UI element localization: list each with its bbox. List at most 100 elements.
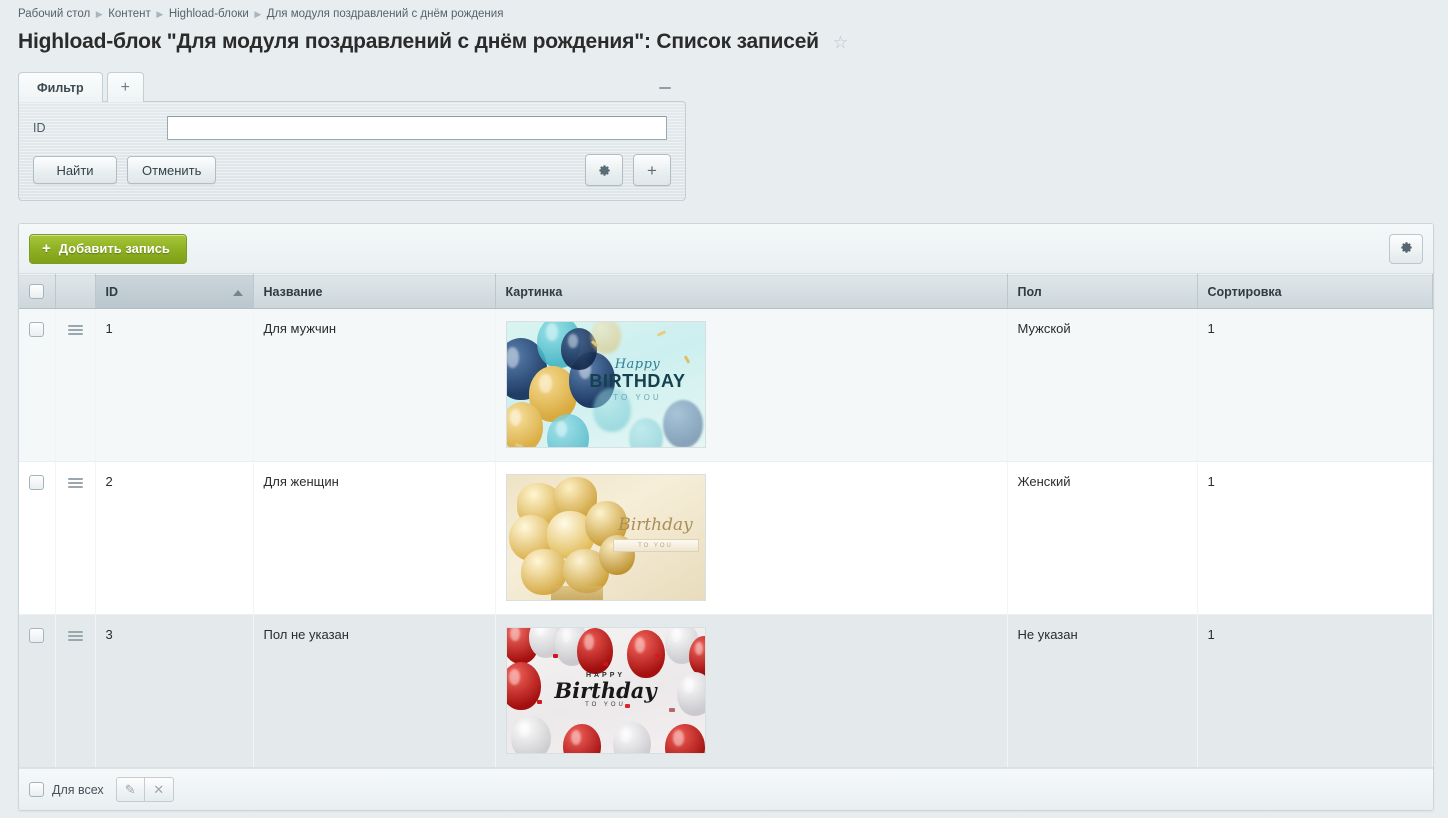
filter-actions: Найти Отменить + — [19, 154, 671, 186]
cell-sort: 1 — [1197, 309, 1433, 462]
filter-area: Фильтр + ID Найти Отменить — [0, 54, 1448, 201]
filter-input-id[interactable] — [167, 116, 667, 140]
row-menu-icon[interactable] — [68, 627, 83, 643]
cell-id: 2 — [95, 462, 253, 615]
sort-ascending-icon — [233, 290, 243, 296]
caption-birthday: Birthday — [507, 679, 705, 702]
image-caption: HAPPY Birthday TO YOU — [507, 672, 705, 708]
cell-gender: Не указан — [1007, 615, 1197, 768]
column-header-actions — [55, 275, 95, 309]
footer-action-buttons: ✎ ✕ — [116, 777, 174, 802]
cell-name: Пол не указан — [253, 615, 495, 768]
filter-body: ID Найти Отменить — [18, 101, 686, 201]
gear-icon — [1400, 241, 1413, 257]
cell-sort: 1 — [1197, 462, 1433, 615]
row-menu-icon[interactable] — [68, 321, 83, 337]
row-checkbox[interactable] — [29, 628, 44, 643]
row-checkbox[interactable] — [29, 475, 44, 490]
table-header-row: ID Название Картинка Пол Сортировка — [19, 275, 1433, 309]
breadcrumb-item-content[interactable]: Контент — [108, 8, 151, 20]
row-actions-cell[interactable] — [55, 309, 95, 462]
caption-toyou: TO YOU — [507, 702, 705, 708]
row-select-cell[interactable] — [19, 462, 55, 615]
cell-name: Для женщин — [253, 462, 495, 615]
column-header-gender[interactable]: Пол — [1007, 275, 1197, 309]
cell-picture: Happy BIRTHDAY TO YOU — [495, 309, 1007, 462]
plus-icon: + — [647, 162, 657, 179]
plus-icon: + — [42, 241, 51, 256]
records-table: ID Название Картинка Пол Сортировка 1 Дл… — [19, 274, 1433, 768]
add-record-label: Добавить запись — [59, 241, 170, 256]
breadcrumb-separator-icon: ▶ — [151, 10, 169, 19]
plus-icon: + — [121, 80, 130, 96]
delete-selected-button[interactable]: ✕ — [145, 777, 174, 802]
caption-toyou: TO YOU — [613, 539, 699, 552]
column-header-name[interactable]: Название — [253, 275, 495, 309]
table-row[interactable]: 2 Для женщин Birthday — [19, 462, 1433, 615]
cell-picture: HAPPY Birthday TO YOU — [495, 615, 1007, 768]
image-caption: Birthday TO YOU — [613, 517, 699, 552]
record-image-3[interactable]: HAPPY Birthday TO YOU — [506, 627, 706, 754]
filter-reset-button[interactable]: Отменить — [127, 156, 216, 184]
filter-field-row: ID — [19, 116, 671, 140]
filter-add-field-button[interactable]: + — [633, 154, 671, 186]
caption-toyou: TO YOU — [579, 393, 697, 402]
record-image-1[interactable]: Happy BIRTHDAY TO YOU — [506, 321, 706, 448]
filter-field-label-id: ID — [19, 121, 167, 135]
cell-gender: Женский — [1007, 462, 1197, 615]
filter-search-button[interactable]: Найти — [33, 156, 117, 184]
select-all-checkbox[interactable] — [29, 284, 44, 299]
breadcrumb-item-desktop[interactable]: Рабочий стол — [18, 8, 90, 20]
page-header: Highload-блок "Для модуля поздравлений с… — [0, 22, 1448, 54]
filter-tab-main[interactable]: Фильтр — [18, 72, 103, 102]
breadcrumb-separator-icon: ▶ — [249, 10, 267, 19]
column-header-picture[interactable]: Картинка — [495, 275, 1007, 309]
row-select-cell[interactable] — [19, 309, 55, 462]
table-row[interactable]: 1 Для мужчин — [19, 309, 1433, 462]
cell-id: 1 — [95, 309, 253, 462]
column-header-sort[interactable]: Сортировка — [1197, 275, 1433, 309]
footer-select-all-label: Для всех — [52, 783, 104, 797]
grid-footer: Для всех ✎ ✕ — [19, 768, 1433, 810]
grid-toolbar-right — [1389, 234, 1423, 264]
filter-tabs: Фильтр + — [18, 70, 686, 102]
row-select-cell[interactable] — [19, 615, 55, 768]
cell-name: Для мужчин — [253, 309, 495, 462]
row-actions-cell[interactable] — [55, 615, 95, 768]
image-caption: Happy BIRTHDAY TO YOU — [579, 358, 697, 402]
caption-birthday: Birthday — [613, 517, 699, 534]
caption-birthday: BIRTHDAY — [579, 371, 697, 393]
breadcrumb-separator-icon: ▶ — [90, 10, 108, 19]
records-grid: + Добавить запись ID — [18, 223, 1434, 811]
row-checkbox[interactable] — [29, 322, 44, 337]
breadcrumb: Рабочий стол ▶ Контент ▶ Highload-блоки … — [0, 0, 1448, 22]
cell-gender: Мужской — [1007, 309, 1197, 462]
cell-picture: Birthday TO YOU — [495, 462, 1007, 615]
record-image-2[interactable]: Birthday TO YOU — [506, 474, 706, 601]
grid-toolbar: + Добавить запись — [19, 224, 1433, 274]
filter-settings-button[interactable] — [585, 154, 623, 186]
add-record-button[interactable]: + Добавить запись — [29, 234, 187, 264]
filter-actions-right: + — [585, 154, 671, 186]
filter-panel: Фильтр + ID Найти Отменить — [18, 70, 686, 201]
column-header-id-label: ID — [106, 285, 119, 299]
column-header-select-all[interactable] — [19, 275, 55, 309]
row-menu-icon[interactable] — [68, 474, 83, 490]
cell-sort: 1 — [1197, 615, 1433, 768]
table-row[interactable]: 3 Пол не указан — [19, 615, 1433, 768]
caption-happy: Happy — [579, 358, 697, 371]
close-icon: ✕ — [153, 782, 164, 798]
filter-collapse-icon[interactable] — [658, 80, 672, 94]
row-actions-cell[interactable] — [55, 462, 95, 615]
cell-id: 3 — [95, 615, 253, 768]
breadcrumb-item-highload-blocks[interactable]: Highload-блоки — [169, 8, 249, 20]
column-header-id[interactable]: ID — [95, 275, 253, 309]
gear-icon — [598, 164, 611, 177]
filter-tab-add[interactable]: + — [107, 72, 144, 102]
edit-selected-button[interactable]: ✎ — [116, 777, 145, 802]
page-title: Highload-блок "Для модуля поздравлений с… — [18, 30, 819, 54]
grid-settings-button[interactable] — [1389, 234, 1423, 264]
footer-select-all-checkbox[interactable] — [29, 782, 44, 797]
favorite-star-icon[interactable]: ☆ — [833, 34, 848, 51]
breadcrumb-item-current[interactable]: Для модуля поздравлений с днём рождения — [267, 8, 504, 20]
